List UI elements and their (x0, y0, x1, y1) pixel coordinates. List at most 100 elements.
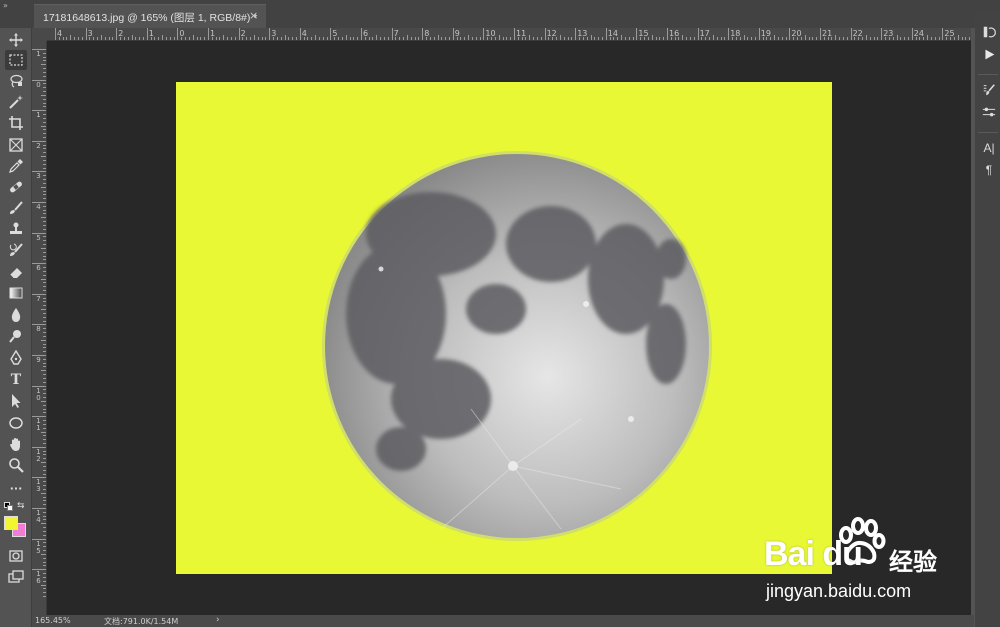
ellipse-tool-icon[interactable] (5, 413, 27, 433)
ruler-tick (514, 28, 515, 40)
ruler-tick (900, 37, 902, 40)
ruler-tick (43, 442, 46, 444)
ruler-tick (41, 492, 46, 494)
document-tab[interactable]: 17181648613.jpg @ 165% (图层 1, RGB/8#) * … (34, 4, 266, 28)
screen-mode-icon[interactable] (5, 567, 27, 587)
healing-brush-tool-icon[interactable] (5, 177, 27, 197)
dodge-tool-icon[interactable] (5, 326, 27, 346)
ruler-tick (41, 523, 46, 525)
history-brush-tool-icon[interactable] (5, 240, 27, 260)
ruler-tick (43, 209, 46, 211)
ruler-tick (123, 37, 125, 40)
ruler-tick (961, 37, 963, 40)
marquee-tool-icon[interactable] (5, 50, 27, 70)
actions-play-icon[interactable] (981, 46, 997, 62)
ruler-tick (353, 37, 355, 40)
ruler-tick (720, 37, 722, 40)
crop-tool-icon[interactable] (5, 113, 27, 133)
ruler-tick (820, 28, 821, 40)
ruler-tick (43, 316, 46, 318)
ruler-left-label: 1 1 (36, 417, 41, 433)
paragraph-panel-icon[interactable]: ¶ (981, 162, 997, 178)
brush-settings-icon[interactable] (981, 82, 997, 98)
path-selection-tool-icon[interactable] (5, 391, 27, 411)
lasso-tool-icon[interactable] (5, 71, 27, 91)
blur-tool-icon[interactable] (5, 305, 27, 325)
moon-photo (322, 151, 712, 541)
swap-colors-icon[interactable]: ⇆ (17, 501, 25, 511)
ruler-tick (529, 35, 531, 40)
ruler-tick (43, 71, 46, 73)
ruler-tick (43, 98, 46, 100)
brush-tool-icon[interactable] (5, 198, 27, 218)
ruler-tick (43, 343, 46, 345)
ruler-left-label: 6 (36, 264, 41, 273)
clone-stamp-tool-icon[interactable] (5, 219, 27, 239)
ruler-tick (208, 28, 209, 40)
character-panel-icon[interactable]: A| (981, 140, 997, 156)
eraser-tool-icon[interactable] (5, 262, 27, 282)
ruler-tick (196, 37, 198, 40)
ruler-tick (273, 37, 275, 40)
ruler-tick (613, 37, 615, 40)
ruler-tick (43, 588, 46, 590)
document-tab-bar: » 17181648613.jpg @ 165% (图层 1, RGB/8#) … (0, 0, 1000, 28)
eyedropper-tool-icon[interactable] (5, 156, 27, 176)
ruler-tick (250, 37, 252, 40)
more-tools-icon[interactable]: ··· (5, 478, 27, 498)
gradient-tool-icon[interactable] (5, 283, 27, 303)
history-panel-icon[interactable] (981, 24, 997, 40)
ruler-tick (739, 37, 741, 40)
tab-close-icon[interactable]: × (249, 9, 258, 22)
ruler-tick (32, 508, 46, 509)
adjustments-sliders-icon[interactable] (981, 104, 997, 120)
ruler-left-label: 9 (36, 356, 41, 364)
foreground-color-swatch[interactable] (4, 516, 18, 530)
hand-tool-icon[interactable] (5, 434, 27, 454)
ruler-tick (923, 37, 925, 40)
ruler-tick (601, 37, 603, 40)
ruler-tick (43, 56, 46, 58)
ruler-left-label: 0 (36, 80, 41, 89)
ruler-tick (43, 136, 46, 138)
zoom-tool-icon[interactable] (5, 455, 27, 475)
default-colors-icon[interactable] (4, 502, 13, 511)
ruler-tick (659, 37, 661, 40)
ruler-tick (234, 37, 236, 40)
ruler-tick (426, 37, 428, 40)
collapse-panels-icon[interactable]: » (3, 2, 8, 10)
ruler-tick (705, 37, 707, 40)
document-canvas[interactable] (176, 82, 832, 574)
ruler-left-label: 1 4 (36, 509, 41, 524)
status-menu-arrow[interactable]: › (216, 615, 220, 625)
ruler-tick (43, 565, 46, 567)
ruler-tick (345, 35, 347, 40)
ruler-tick (930, 37, 932, 40)
ruler-tick (965, 37, 967, 40)
ruler-tick (135, 37, 137, 40)
ruler-left-label: 1 6 (36, 570, 41, 586)
pen-tool-icon[interactable] (5, 348, 27, 368)
move-tool-icon[interactable] (5, 30, 27, 50)
ruler-tick (43, 167, 46, 169)
ruler-tick (242, 37, 244, 40)
ruler-tick (636, 28, 638, 40)
ruler-tick (66, 37, 68, 40)
ruler-tick (934, 37, 936, 40)
ruler-tick (43, 362, 46, 364)
ruler-tick (823, 37, 825, 40)
type-tool-icon[interactable]: T (5, 370, 27, 390)
ruler-tick (624, 37, 626, 40)
quick-mask-icon[interactable] (5, 546, 27, 566)
ruler-tick (43, 163, 46, 165)
ruler-tick (43, 259, 46, 261)
ruler-tick (43, 519, 46, 521)
zoom-level[interactable]: 165.45% (35, 616, 71, 625)
frame-tool-icon[interactable] (5, 135, 27, 155)
ruler-tick (43, 289, 46, 291)
more-tools-glyph: ··· (9, 481, 23, 495)
ruler-tick (536, 37, 538, 40)
magic-wand-tool-icon[interactable] (5, 92, 27, 112)
ruler-tick (43, 347, 46, 349)
ruler-tick (192, 35, 194, 40)
